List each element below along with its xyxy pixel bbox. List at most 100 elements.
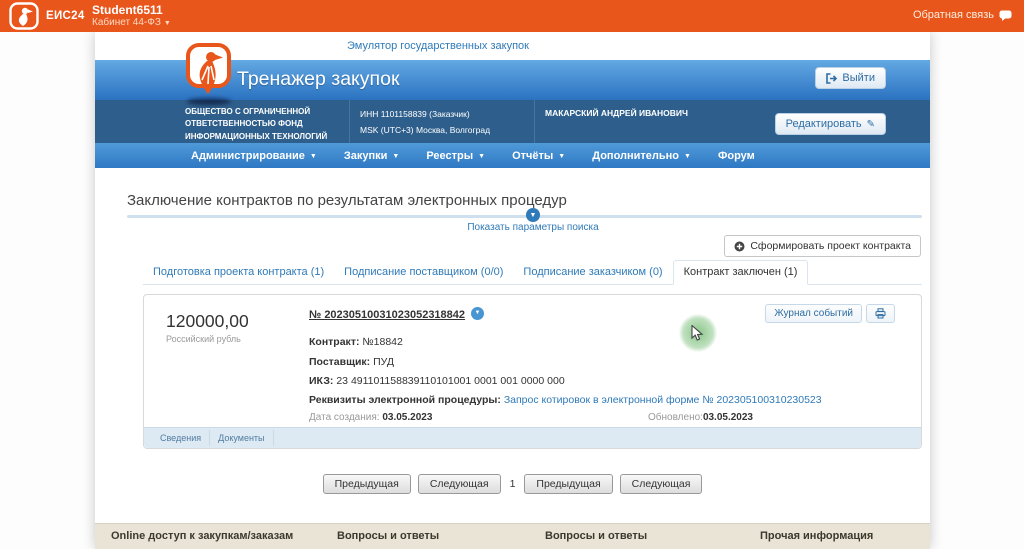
main-nav: Администрирование ▼ Закупки ▼ Реестры ▼ Отч… (95, 143, 930, 168)
nav-label: Закупки (343, 149, 388, 162)
create-contract-button[interactable]: Сформировать проект контракта (724, 235, 921, 257)
contract-value: №18842 (362, 336, 403, 348)
org-inn: ИНН 1101158839 (Заказчик) (360, 109, 470, 119)
supplier-row: Поставщик: ПУД (309, 356, 394, 368)
nav-label: Дополнительно (592, 149, 680, 162)
print-button[interactable] (866, 304, 895, 323)
edit-profile-button[interactable]: Редактировать ✎ (774, 113, 886, 135)
contract-currency: Российский рубль (166, 334, 241, 344)
edit-icon: ✎ (866, 118, 875, 130)
feedback-label: Обратная связь (912, 9, 994, 21)
feedback-link[interactable]: Обратная связь (913, 9, 1012, 21)
top-bar: ЕИС24 Student6511 Кабинет 44-ФЗ ▼ Обратна… (0, 0, 1024, 32)
contract-dropdown-icon[interactable]: ▼ (471, 306, 485, 320)
username-label: Student6511 (92, 3, 163, 17)
footer-col-other-info: Прочая информация (760, 530, 874, 542)
contract-row: Контракт: №18842 (309, 336, 403, 348)
screen: ЕИС24 Student6511 Кабинет 44-ФЗ ▼ Обратна… (0, 0, 1024, 549)
create-contract-label: Сформировать проект контракта (750, 240, 911, 252)
card-tab-details[interactable]: Сведения (152, 430, 211, 446)
ikz-label: ИКЗ: (309, 375, 334, 387)
tab-customer-signing[interactable]: Подписание заказчиком (0) (513, 261, 672, 284)
chevron-down-icon: ▼ (392, 153, 400, 160)
card-actions: Журнал событий (765, 304, 895, 323)
eis24-logo-icon (9, 2, 39, 30)
procedure-row: Реквизиты электронной процедуры: Запрос … (309, 394, 822, 406)
page-container: Эмулятор государственных закупок Тренаже… (95, 32, 930, 549)
chevron-down-icon: ▼ (478, 153, 486, 160)
speech-bubble-icon (999, 10, 1012, 21)
nav-label: Форум (717, 149, 755, 162)
tab-draft-preparation[interactable]: Подготовка проекта контракта (1) (143, 261, 334, 284)
user-full-name: МАКАРСКИЙ АНДРЕЙ ИВАНОВИЧ (545, 108, 688, 118)
show-search-params-link[interactable]: Показать параметры поиска (433, 222, 633, 233)
footer-col-online-access: Online доступ к закупкам/заказам (111, 530, 294, 542)
divider (127, 215, 922, 218)
chevron-down-icon: ▼ (684, 153, 691, 160)
cursor-highlight (679, 314, 717, 352)
nav-item-registries[interactable]: Реестры ▼ (426, 150, 485, 162)
tab-supplier-signing[interactable]: Подписание поставщиком (0/0) (334, 261, 513, 284)
events-log-button[interactable]: Журнал событий (765, 304, 862, 323)
nav-item-administration[interactable]: Администрирование ▼ (191, 150, 317, 162)
footer-col-qa-2: Вопросы и ответы (545, 530, 648, 542)
contract-card: 120000,00 Российский рубль № 20230510031… (143, 294, 922, 449)
next-page-button[interactable]: Следующая (417, 474, 501, 494)
chevron-down-icon: ▼ (309, 153, 317, 160)
nav-item-forum[interactable]: Форум (718, 150, 755, 162)
content-area: Заключение контрактов по результатам эле… (95, 168, 930, 523)
org-info-bar: ОБЩЕСТВО С ОГРАНИЧЕННОЙ ОТВЕТСТВЕННОСТЬЮ… (95, 100, 930, 153)
emulator-label: Эмулятор государственных закупок (347, 40, 529, 52)
current-page-number: 1 (509, 478, 516, 490)
mouse-cursor-icon (691, 325, 704, 341)
card-tab-documents[interactable]: Документы (210, 430, 274, 446)
updated-date: Обновлено:03.05.2023 (648, 412, 753, 423)
page-title: Заключение контрактов по результатам эле… (127, 192, 567, 209)
procedure-link[interactable]: Запрос котировок в электронной форме № 2… (504, 394, 822, 406)
printer-icon (875, 308, 886, 319)
nav-item-reports[interactable]: Отчёты ▼ (512, 150, 565, 162)
footer-col-qa-1: Вопросы и ответы (337, 530, 440, 542)
nav-label: Отчёты (512, 149, 554, 162)
created-date: Дата создания: 03.05.2023 (309, 412, 432, 423)
procedure-label: Реквизиты электронной процедуры: (309, 394, 501, 406)
prev-page-button-2[interactable]: Предыдущая (524, 474, 613, 494)
org-requisites: ИНН 1101158839 (Заказчик) MSK (UTC+3) Мо… (350, 100, 535, 143)
contract-label: Контракт: (309, 336, 360, 348)
app-title: Тренажер закупок (237, 68, 400, 90)
nav-item-additional[interactable]: Дополнительно ▼ (592, 150, 691, 162)
status-tabs: Подготовка проекта контракта (1) Подписа… (143, 259, 922, 285)
dates-row: Дата создания: 03.05.2023 Обновлено:03.0… (309, 412, 753, 423)
prev-page-button[interactable]: Предыдущая (322, 474, 411, 494)
nav-label: Администрирование (191, 149, 305, 162)
contract-number-row: № 20230510031023052318842 ▼ (309, 306, 485, 324)
updated-label: Обновлено: (648, 412, 703, 423)
supplier-value: ПУД (373, 356, 394, 368)
plus-circle-icon (734, 241, 745, 251)
next-page-button-2[interactable]: Следующая (619, 474, 703, 494)
app-logo-bird-icon (185, 42, 233, 100)
brand-label: ЕИС24 (46, 10, 85, 22)
supplier-label: Поставщик: (309, 356, 371, 368)
logout-icon (826, 72, 838, 84)
cabinet-label: Кабинет 44-ФЗ (92, 17, 161, 28)
search-params-toggle-icon[interactable]: ▼ (526, 208, 540, 222)
footer: Online доступ к закупкам/заказам Вопросы… (95, 523, 930, 549)
created-label: Дата создания: (309, 412, 380, 423)
nav-label: Реестры (426, 149, 474, 162)
ikz-row: ИКЗ: 23 491101158839110101001 0001 001 0… (309, 375, 565, 387)
cabinet-menu[interactable]: Кабинет 44-ФЗ ▼ (92, 17, 171, 28)
nav-item-purchases[interactable]: Закупки ▼ (344, 150, 399, 162)
pagination: Предыдущая Следующая 1 Предыдущая Следую… (95, 474, 930, 494)
chevron-down-icon: ▼ (163, 20, 171, 27)
created-value: 03.05.2023 (382, 412, 433, 423)
org-timezone: MSK (UTC+3) Москва, Волгоград (360, 125, 491, 136)
ikz-value: 23 491101158839110101001 0001 001 0000 0… (336, 375, 565, 387)
logout-button[interactable]: Выйти (815, 67, 886, 89)
chevron-down-icon: ▼ (558, 153, 566, 160)
logout-label: Выйти (842, 72, 875, 84)
tab-contract-concluded[interactable]: Контракт заключен (1) (672, 260, 809, 285)
contract-number-link[interactable]: № 20230510031023052318842 (309, 309, 465, 321)
org-name: ОБЩЕСТВО С ОГРАНИЧЕННОЙ ОТВЕТСТВЕННОСТЬЮ… (175, 100, 350, 153)
updated-value: 03.05.2023 (702, 412, 753, 423)
